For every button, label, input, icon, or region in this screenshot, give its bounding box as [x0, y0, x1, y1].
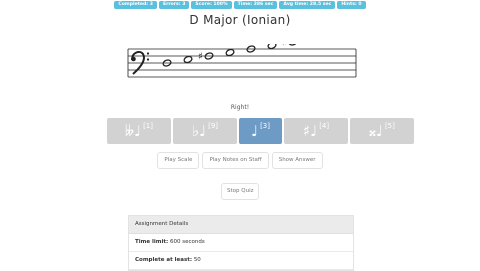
time-limit-row: Time limit: 600 seconds [129, 234, 353, 252]
complete-label: Complete at least: [135, 257, 193, 263]
staff-lines [127, 48, 357, 78]
stat-errors: Errors: 3 [158, 1, 190, 9]
answer-double-flat-button[interactable]: 𝄫♩ [1] [107, 118, 171, 144]
answer-number: [9] [208, 122, 219, 130]
music-staff: ♯♯ [127, 44, 357, 78]
assignment-details-panel: Assignment Details Time limit: 600 secon… [128, 215, 354, 271]
flat-note-icon: ♭♩ [191, 121, 207, 140]
answer-options: 𝄫♩ [1] ♭♩ [9] ♩ [3] ♯♩ [4] 𝄪♩ [5] [107, 118, 414, 144]
natural-note-icon: ♩ [251, 121, 259, 140]
stat-score: Score: 100% [191, 1, 232, 9]
sharp-icon: ♯ [198, 52, 203, 63]
play-notes-button[interactable]: Play Notes on Staff [202, 152, 269, 169]
time-limit-value: 600 seconds [169, 239, 205, 245]
staff-note: ♯ [282, 44, 298, 49]
stat-hints: Hints: 0 [337, 1, 366, 9]
answer-natural-button[interactable]: ♩ [3] [239, 118, 282, 144]
stat-avg-time: Avg time: 28.5 sec [279, 1, 336, 9]
answer-double-sharp-button[interactable]: 𝄪♩ [5] [350, 118, 414, 144]
answer-flat-button[interactable]: ♭♩ [9] [173, 118, 237, 144]
staff-note: ♯ [198, 52, 214, 63]
feedback-text: Right! [230, 104, 250, 111]
notes-layer: ♯♯ [162, 44, 298, 67]
scale-title: D Major (Ionian) [189, 13, 291, 27]
answer-number: [1] [143, 122, 153, 130]
stat-time: Time: 386 sec [233, 1, 278, 9]
answer-sharp-button[interactable]: ♯♩ [4] [284, 118, 348, 144]
staff-note [225, 48, 235, 57]
panel-header: Assignment Details [129, 216, 353, 234]
double-sharp-note-icon: 𝄪♩ [369, 121, 383, 140]
sharp-icon: ♯ [282, 44, 287, 49]
complete-value: 50 [193, 257, 201, 263]
answer-number: [4] [319, 122, 330, 130]
staff-note [183, 55, 193, 64]
time-limit-label: Time limit: [135, 239, 169, 245]
answer-number: [3] [260, 122, 270, 130]
stop-quiz-button[interactable]: Stop Quiz [221, 183, 260, 200]
whole-note-head [288, 44, 298, 46]
whole-note-head [225, 48, 235, 57]
complete-row: Complete at least: 50 [129, 252, 353, 270]
double-flat-note-icon: 𝄫♩ [124, 121, 142, 140]
play-scale-button[interactable]: Play Scale [157, 152, 200, 169]
answer-number: [5] [384, 122, 395, 130]
stats-bar: Completed: 3 Errors: 3 Score: 100% Time:… [0, 1, 480, 9]
stat-completed: Completed: 3 [114, 1, 157, 9]
action-buttons: Play Scale Play Notes on Staff Show Answ… [0, 152, 480, 169]
whole-note-head [183, 55, 193, 64]
show-answer-button[interactable]: Show Answer [271, 152, 323, 169]
sharp-note-icon: ♯♩ [302, 121, 318, 140]
